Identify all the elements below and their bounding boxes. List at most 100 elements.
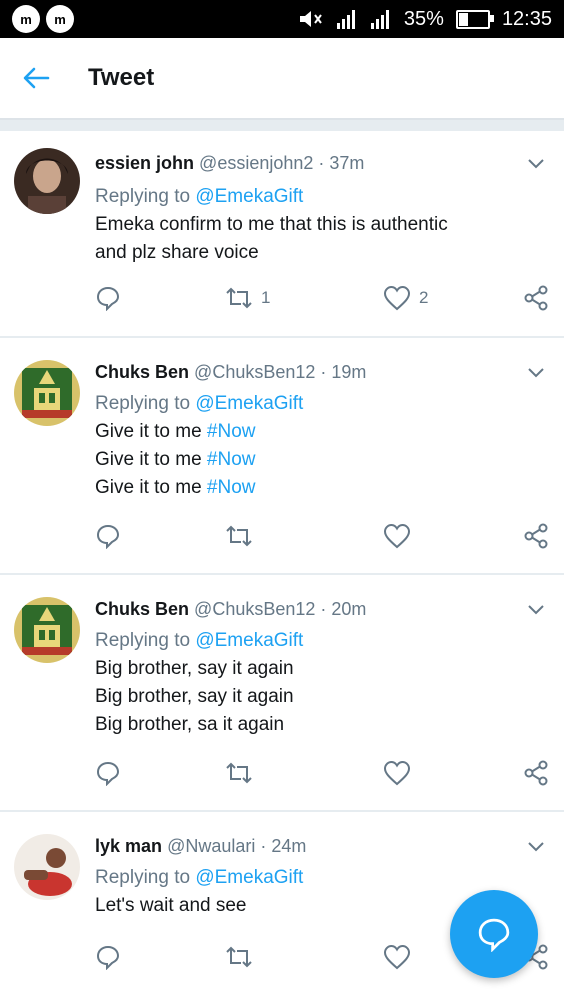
timestamp[interactable]: 37m bbox=[329, 153, 364, 173]
like-button[interactable]: 2 bbox=[383, 285, 503, 311]
compose-reply-icon bbox=[478, 918, 510, 952]
display-name[interactable]: Chuks Ben bbox=[95, 599, 189, 619]
retweet-button[interactable]: 1 bbox=[225, 286, 375, 310]
status-bar: m m 35% 12:35 bbox=[0, 0, 564, 38]
replying-to-label: Replying to bbox=[95, 186, 196, 207]
replying-to: Replying to @EmekaGift bbox=[95, 390, 540, 418]
separator: · bbox=[315, 599, 332, 619]
hashtag-link[interactable]: #Now bbox=[207, 477, 256, 498]
top-app-bar: Tweet bbox=[0, 38, 564, 120]
share-button[interactable] bbox=[522, 522, 550, 550]
back-arrow-icon bbox=[23, 67, 50, 89]
tweet-header: Chuks Ben @ChuksBen12 · 20m bbox=[95, 597, 540, 621]
tweet-text-line: Emeka confirm to me that this is authent… bbox=[95, 214, 448, 235]
tweet-header: Chuks Ben @ChuksBen12 · 19m bbox=[95, 360, 540, 384]
mention-link[interactable]: @EmekaGift bbox=[195, 186, 303, 207]
signal-icon bbox=[336, 9, 358, 29]
tweet-text-line: Big brother, sa it again bbox=[95, 714, 285, 735]
battery-percent: 35% bbox=[403, 7, 444, 30]
like-icon bbox=[383, 760, 411, 786]
separator: · bbox=[313, 153, 330, 173]
timestamp[interactable]: 24m bbox=[271, 836, 306, 856]
retweet-count: 1 bbox=[261, 288, 271, 307]
replying-to: Replying to @EmekaGift bbox=[95, 864, 540, 892]
mention-link[interactable]: @EmekaGift bbox=[195, 393, 303, 414]
mention-link[interactable]: @EmekaGift bbox=[195, 867, 303, 888]
tweet-text-line: and plz share voice bbox=[95, 242, 259, 263]
replying-to-label: Replying to bbox=[95, 867, 196, 888]
reply-button[interactable] bbox=[95, 523, 205, 549]
retweet-button[interactable] bbox=[225, 761, 375, 785]
retweet-icon bbox=[226, 946, 252, 968]
battery-icon bbox=[455, 9, 494, 29]
user-handle[interactable]: @ChuksBen12 bbox=[194, 362, 315, 382]
replying-to: Replying to @EmekaGift bbox=[95, 627, 540, 655]
timestamp[interactable]: 19m bbox=[331, 362, 366, 382]
share-button[interactable] bbox=[522, 284, 550, 312]
share-button[interactable] bbox=[522, 759, 550, 787]
replying-to: Replying to @EmekaGift bbox=[95, 183, 540, 211]
separator: · bbox=[315, 362, 332, 382]
user-handle[interactable]: @ChuksBen12 bbox=[194, 599, 315, 619]
display-name[interactable]: essien john bbox=[95, 153, 194, 173]
retweet-icon bbox=[226, 762, 252, 784]
tweet-text-line: Give it to me #Now bbox=[95, 449, 256, 470]
like-icon bbox=[383, 523, 411, 549]
reply-tweet[interactable]: Chuks Ben @ChuksBen12 · 20m Replying to … bbox=[0, 575, 564, 810]
tweet-header: essien john @essienjohn2 · 37m bbox=[95, 151, 540, 175]
hashtag-link[interactable]: #Now bbox=[207, 421, 256, 442]
clock: 12:35 bbox=[501, 7, 552, 30]
tweet-text-line: Big brother, say it again bbox=[95, 658, 294, 679]
reply-icon bbox=[96, 524, 120, 549]
like-icon bbox=[383, 944, 411, 970]
tweet-actions: 1 2 bbox=[95, 280, 550, 316]
retweet-button[interactable] bbox=[225, 945, 375, 969]
avatar[interactable] bbox=[14, 834, 80, 900]
avatar[interactable] bbox=[14, 597, 80, 663]
replying-to-label: Replying to bbox=[95, 630, 196, 651]
tweet-header: lyk man @Nwaulari · 24m bbox=[95, 834, 540, 858]
like-button[interactable] bbox=[383, 760, 503, 786]
notification-icons: m m bbox=[0, 5, 74, 33]
timestamp[interactable]: 20m bbox=[331, 599, 366, 619]
mute-icon bbox=[298, 9, 324, 29]
reply-icon bbox=[96, 286, 120, 311]
avatar[interactable] bbox=[14, 148, 80, 214]
tweet-actions bbox=[95, 518, 550, 554]
reply-tweet[interactable]: Chuks Ben @ChuksBen12 · 19m Replying to … bbox=[0, 338, 564, 573]
user-handle[interactable]: @Nwaulari bbox=[167, 836, 255, 856]
user-handle[interactable]: @essienjohn2 bbox=[199, 153, 313, 173]
share-icon bbox=[524, 760, 548, 786]
retweet-button[interactable] bbox=[225, 524, 375, 548]
reply-button[interactable] bbox=[95, 944, 205, 970]
tweet-text-line: Give it to me #Now bbox=[95, 477, 256, 498]
mention-link[interactable]: @EmekaGift bbox=[195, 630, 303, 651]
like-icon bbox=[383, 285, 411, 311]
app-notification-icon: m bbox=[12, 5, 40, 33]
tweet-actions bbox=[95, 755, 550, 791]
separator: · bbox=[255, 836, 272, 856]
compose-reply-button[interactable] bbox=[450, 890, 538, 978]
display-name[interactable]: lyk man bbox=[95, 836, 162, 856]
hashtag-link[interactable]: #Now bbox=[207, 449, 256, 470]
share-icon bbox=[524, 285, 548, 311]
reply-button[interactable] bbox=[95, 285, 205, 311]
signal-icon bbox=[370, 9, 392, 29]
share-icon bbox=[524, 523, 548, 549]
retweet-icon bbox=[226, 525, 252, 547]
tweet-text-line: Give it to me #Now bbox=[95, 421, 256, 442]
avatar[interactable] bbox=[14, 360, 80, 426]
app-notification-icon: m bbox=[46, 5, 74, 33]
tweet-text-line: Big brother, say it again bbox=[95, 686, 294, 707]
replying-to-label: Replying to bbox=[95, 393, 196, 414]
display-name[interactable]: Chuks Ben bbox=[95, 362, 189, 382]
reply-icon bbox=[96, 945, 120, 970]
like-button[interactable] bbox=[383, 523, 503, 549]
retweet-icon bbox=[226, 287, 252, 309]
back-button[interactable] bbox=[16, 58, 56, 98]
reply-button[interactable] bbox=[95, 760, 205, 786]
like-count: 2 bbox=[419, 288, 429, 307]
reply-tweet[interactable]: essien john @essienjohn2 · 37m Replying … bbox=[0, 131, 564, 336]
page-title: Tweet bbox=[88, 64, 155, 91]
reply-icon bbox=[96, 761, 120, 786]
